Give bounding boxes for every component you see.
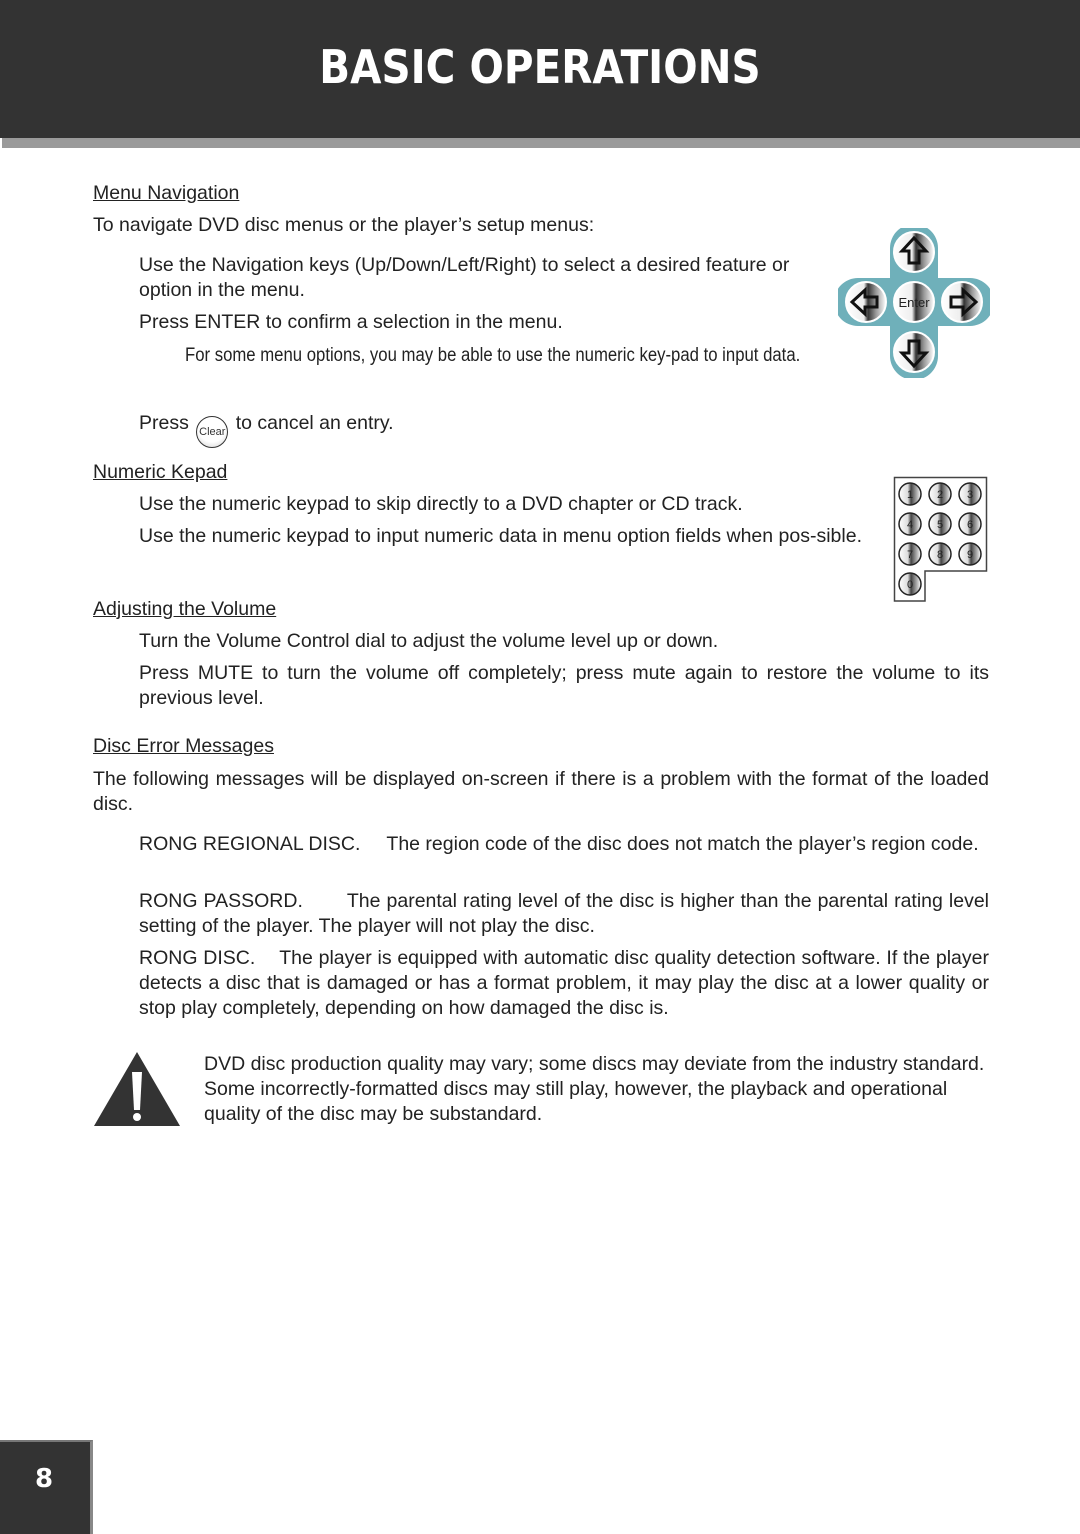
keypad-key-label: 2 <box>937 489 943 501</box>
error-code: RONG PASSORD. <box>139 890 303 912</box>
keypad-key-label: 9 <box>967 549 973 561</box>
section-heading-volume: Adjusting the Volume <box>93 598 277 620</box>
keypad-key-label: 3 <box>967 489 973 501</box>
numeric-keypad-item: Use the numeric keypad to skip directly … <box>139 493 743 515</box>
volume-item: Turn the Volume Control dial to adjust t… <box>139 630 719 652</box>
keypad-key-label: 0 <box>907 579 913 591</box>
section-heading-disc-errors: Disc Error Messages <box>93 735 274 757</box>
keypad-key-label: 4 <box>907 519 913 531</box>
keypad-key-label: 5 <box>937 519 943 531</box>
clear-button-icon: Clear <box>196 416 229 448</box>
menu-navigation-note: For some menu options, you may be able t… <box>185 345 801 366</box>
error-message-item: RONG REGIONAL DISC. The region code of th… <box>139 832 989 857</box>
error-code: RONG REGIONAL DISC. <box>139 833 361 855</box>
numeric-keypad-item: Use the numeric keypad to input numeric … <box>139 525 862 547</box>
volume-item: Press MUTE to turn the volume off comple… <box>139 662 989 709</box>
numeric-keypad-illustration: 1 2 3 4 5 6 7 8 9 0 <box>893 476 988 602</box>
navigation-pad-illustration: Enter <box>838 228 990 378</box>
warning-icon <box>94 1052 180 1126</box>
error-code: RONG DISC. <box>139 947 256 969</box>
warning-text: DVD disc production quality may vary; so… <box>204 1053 985 1125</box>
clear-suffix: to cancel an entry. <box>235 412 394 434</box>
disc-errors-intro: The following messages will be displayed… <box>93 768 989 815</box>
error-message-item: RONG DISC. The player is equipped with au… <box>139 946 989 1021</box>
error-description: The region code of the disc does not mat… <box>386 833 979 855</box>
page-number: 8 <box>34 1464 54 1494</box>
keypad-key-label: 6 <box>967 519 973 531</box>
section-heading-numeric-keypad: Numeric Kepad <box>93 461 228 483</box>
keypad-key-label: 7 <box>907 549 913 561</box>
keypad-key-label: 1 <box>907 489 913 501</box>
header-shadow <box>2 138 1080 148</box>
keypad-key-label: 8 <box>937 549 943 561</box>
clear-instruction: Press Clear to cancel an entry. <box>139 400 394 448</box>
menu-navigation-item: Use the Navigation keys (Up/Down/Left/Ri… <box>139 254 790 301</box>
page-title: BASIC OPERATIONS <box>319 40 761 94</box>
menu-navigation-intro: To navigate DVD disc menus or the player… <box>93 214 595 236</box>
error-description: The player is equipped with automatic di… <box>139 947 989 1019</box>
clear-prefix: Press <box>139 412 189 434</box>
error-message-item: RONG PASSORD. The parental rating level o… <box>139 889 989 939</box>
section-heading-menu-navigation: Menu Navigation <box>93 182 240 204</box>
enter-label: Enter <box>898 295 930 310</box>
menu-navigation-item: Press ENTER to confirm a selection in th… <box>139 311 563 333</box>
